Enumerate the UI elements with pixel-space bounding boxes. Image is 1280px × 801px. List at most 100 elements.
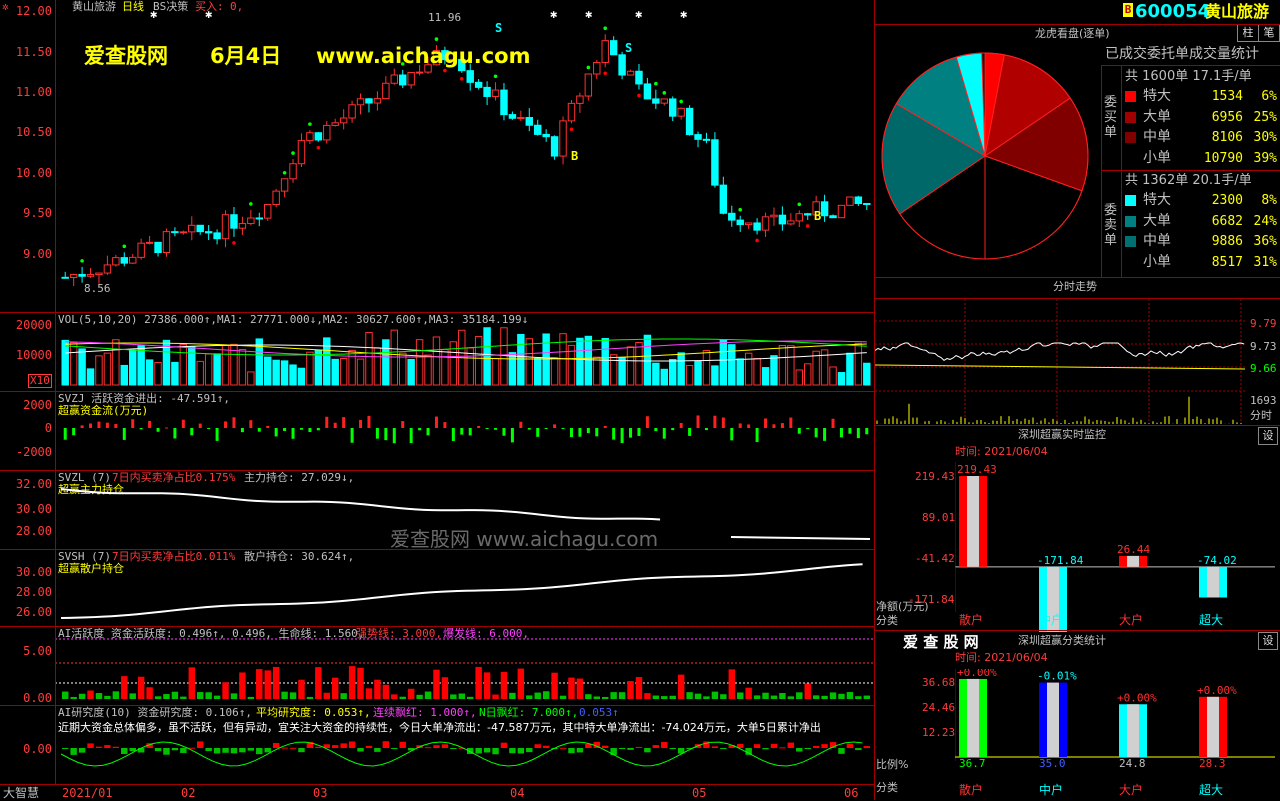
candle-body [331,122,339,126]
sell-marker: S [495,21,502,35]
order-count: 9886 [1211,234,1243,249]
class-stats-logo: 爱 查 股 网 [903,633,979,651]
flow-bar [181,419,185,428]
svzj-tick: 0 [44,421,52,435]
vol-tick: 10000 [15,348,52,362]
activity-bar [863,695,870,699]
volume-bar [685,364,694,386]
flow-bar [831,418,835,428]
activity-bar [188,667,195,699]
volume-bar [787,345,795,386]
activity-bar [804,683,811,699]
research-bar [475,748,482,754]
flow-bar [772,424,776,428]
volume-bar [280,360,289,386]
class-value: 35.0 [1039,757,1066,770]
activity-bar [256,669,263,699]
flow-bar [308,428,312,433]
main-chart-area[interactable]: ✲ 黄山旅游 日线 BS决策 买入: 0, 12.00 11.50 11.00 … [0,0,875,312]
activity-bar [239,672,246,699]
flow-bar [460,428,464,435]
research-bar [644,748,651,753]
flow-bar [730,428,734,441]
volume-bar [491,357,500,386]
class-bar-shade [1207,696,1219,757]
flow-bar [527,428,531,430]
volume-bar [744,352,753,386]
flow-bar [789,417,793,428]
activity-bar [374,679,381,699]
svsh-panel[interactable]: SVSH (7) 7日内买卖净占比0.011% 散户持仓: 30.624↑, 超… [0,550,875,626]
candle-body [601,40,609,63]
flow-bar [713,415,717,428]
realtime-monitor-panel[interactable]: 深圳超赢实时监控 设 时间: 2021/06/04 219.43 89.01 -… [875,425,1280,632]
volume-bar [500,327,508,386]
flow-bar [72,428,76,436]
research-bar [576,748,584,753]
volume-panel[interactable]: VOL(5,10,20) 27386.000↑,MA1: 27771.000↓,… [0,313,875,391]
candle-body [348,104,356,119]
order-count: 1534 [1211,89,1243,104]
research-bar [838,748,845,754]
candle-body [753,222,761,231]
research-bar [855,748,862,751]
candle-body [61,276,69,279]
candle-body [820,201,829,217]
monitor-value: -74.02 [1197,554,1237,567]
flow-bar [629,428,633,438]
volume-bar [297,367,306,386]
svzj-panel[interactable]: SVZJ 活跃资金进出: -47.591↑, 超赢资金流(万元) 2000 0 … [0,392,875,470]
flow-bar [375,428,379,439]
flow-bar [553,424,557,428]
research-bar [222,748,229,753]
monitor-bar-chart: 219.43 散户 -171.84 中户 26.44 大户 -74.02 超大 [955,462,1275,632]
activity-bar [787,696,795,699]
brand-label: 大智慧 [3,786,40,800]
candle-body [508,114,517,119]
brand-box [0,706,56,784]
candle-body [323,124,331,141]
monitor-settings-button[interactable]: 设 [1258,427,1278,445]
signal-dot [603,71,608,76]
class-stats-panel[interactable]: 爱 查 股 网 深圳超赢分类统计 设 时间: 2021/06/04 36.68 … [875,630,1280,801]
research-bar [112,746,120,748]
volume-bar [415,339,424,386]
volume-bar [601,338,609,386]
candle-body [306,132,314,142]
flow-bar [367,415,371,428]
holding-line [60,488,661,521]
research-bar [762,748,769,750]
activity-bar [332,677,339,699]
intraday-tick: 9.66 [1250,362,1277,375]
activity-bar [677,674,685,699]
activity-bar [365,688,373,699]
research-bar [340,743,347,748]
volume-bar [356,358,365,386]
research-bar [104,745,111,748]
ai-activity-panel[interactable]: AI活跃度 资金活跃度: 0.496↑, 0.496, 生命线: 1.560, … [0,627,875,705]
research-panel[interactable]: AI研究度(10) 资金研究度: 0.106↑, 平均研究度: 0.053↑, … [0,706,875,784]
monitor-xlabel: 分类 [876,614,898,627]
candle-body [95,272,103,276]
volume-bar [129,349,137,386]
order-count: 10790 [1203,150,1243,166]
flow-bar [839,428,843,438]
activity-bar [728,669,735,699]
activity-bar [821,695,828,699]
candle-body [669,98,677,117]
flow-bar [671,428,675,431]
research-bar [635,746,643,748]
order-percent: 8% [1261,193,1277,208]
flow-bar [696,415,700,428]
activity-bar [517,668,525,699]
volume-bar [399,352,407,386]
flow-bar [63,428,67,440]
candle-body [280,178,289,192]
class-stats-settings-button[interactable]: 设 [1258,632,1278,650]
intraday-panel[interactable]: 分时走势 9.79 9.73 9.66 1693 分时 [875,277,1280,426]
volume-bar [643,334,652,386]
candle-body [711,139,719,186]
research-bar [509,748,516,754]
flow-bar [131,419,135,428]
flow-bar [325,416,329,428]
